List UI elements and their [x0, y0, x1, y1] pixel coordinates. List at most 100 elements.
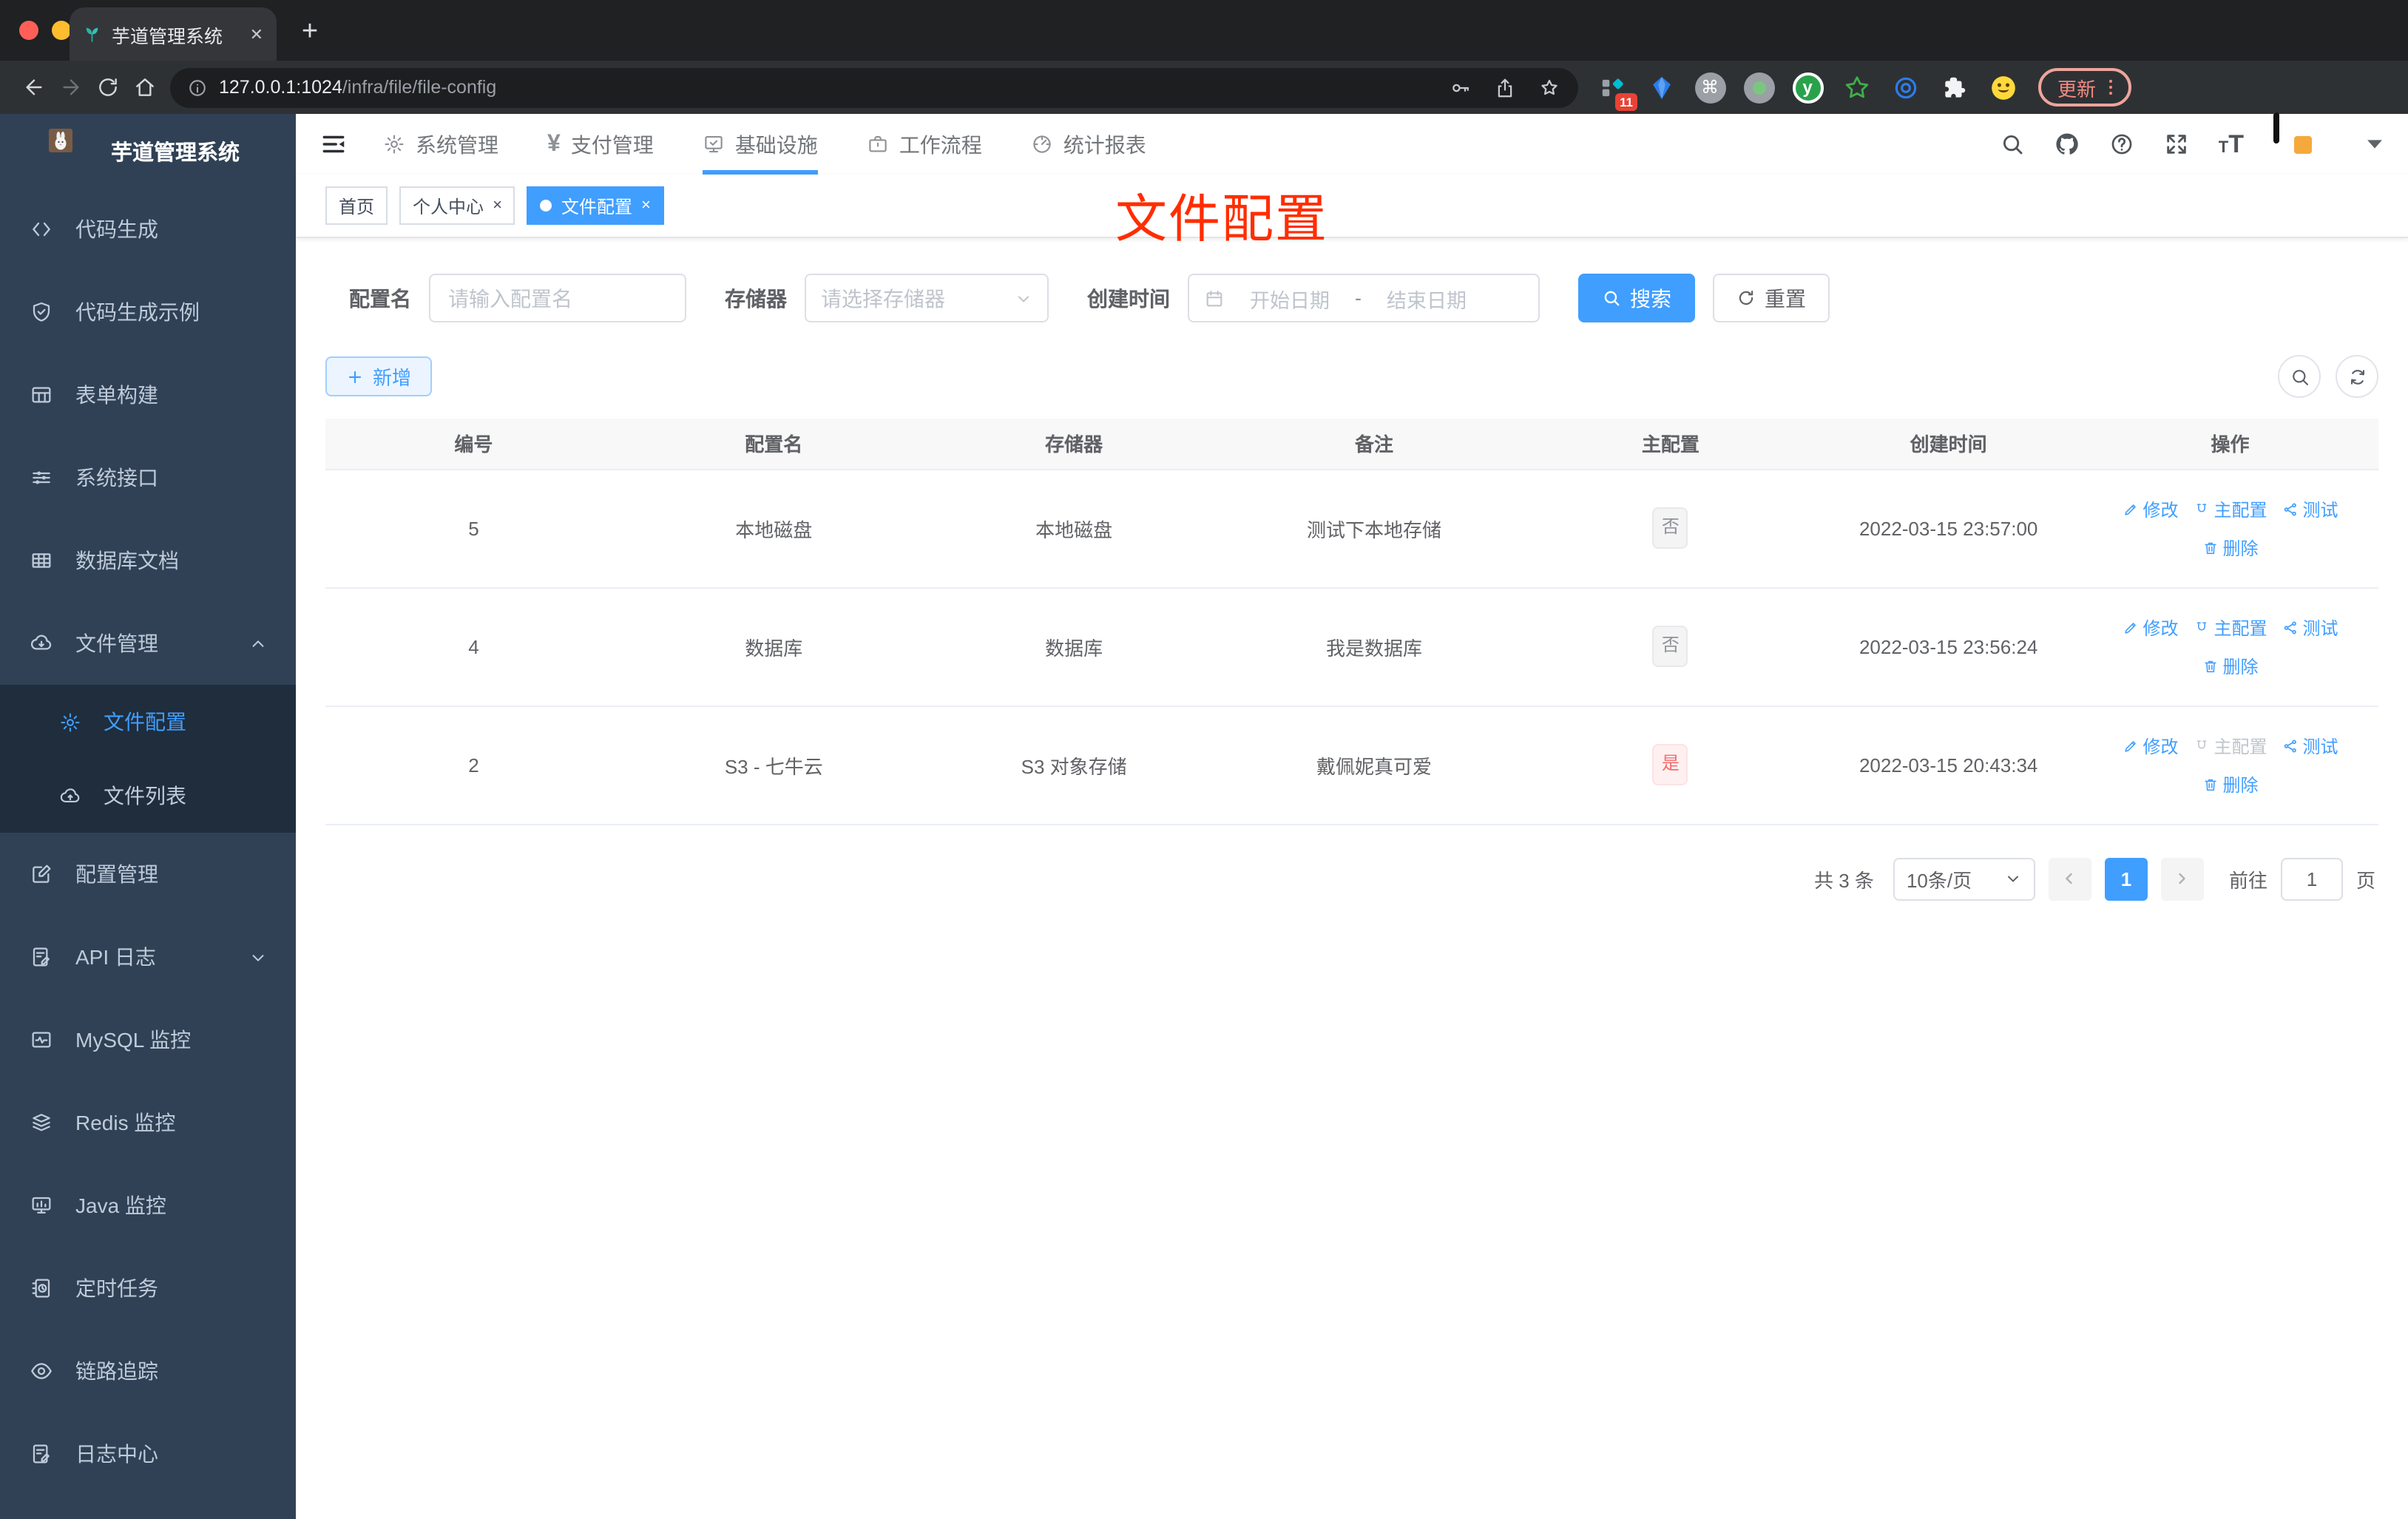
app-logo[interactable]: 芋道管理系统: [0, 114, 296, 188]
window-minimize-button[interactable]: [52, 21, 71, 40]
tag-close-icon[interactable]: ×: [641, 197, 651, 214]
sidebar-item-0[interactable]: 代码生成: [0, 188, 296, 271]
menu-fold-icon[interactable]: [319, 130, 348, 158]
edit-link[interactable]: 修改: [2122, 496, 2179, 521]
sidebar-item-13[interactable]: 日志中心: [0, 1413, 296, 1495]
extension-target-icon[interactable]: [1889, 71, 1921, 104]
extension-star-icon[interactable]: [1840, 71, 1873, 104]
storage-select[interactable]: 请选择存储器: [805, 274, 1049, 322]
new-tab-button[interactable]: +: [291, 13, 328, 50]
extension-yudao-icon[interactable]: y: [1791, 71, 1824, 104]
password-key-icon[interactable]: [1450, 76, 1472, 98]
forward-icon[interactable]: [52, 69, 89, 106]
delete-link[interactable]: 删除: [2202, 653, 2259, 678]
delete-link[interactable]: 删除: [2202, 771, 2259, 796]
extension-pinned-squares-icon[interactable]: 11: [1596, 71, 1637, 111]
sidebar-item-1[interactable]: 代码生成示例: [0, 271, 296, 353]
bookmark-star-icon[interactable]: [1538, 76, 1560, 98]
sidebar-item-7[interactable]: API 日志: [0, 916, 296, 998]
home-icon[interactable]: [126, 69, 163, 106]
tab-close-icon[interactable]: ✕: [250, 24, 263, 44]
sidebar-item-10[interactable]: Java 监控: [0, 1164, 296, 1247]
sidebar-item-6[interactable]: 配置管理: [0, 833, 296, 916]
edit-link[interactable]: 修改: [2122, 615, 2179, 640]
extension-smiley-icon[interactable]: [1986, 71, 2019, 104]
topnav-item-4[interactable]: 统计报表: [1031, 114, 1146, 175]
sidebar-item-11[interactable]: 定时任务: [0, 1247, 296, 1330]
share-icon[interactable]: [1494, 76, 1516, 98]
sidebar-item-5[interactable]: 文件管理: [0, 602, 296, 685]
site-info-icon[interactable]: [188, 78, 207, 97]
table-row: 4 数据库 数据库 我是数据库否 2022-03-15 23:56:24 修改 主配置 测试删…: [325, 587, 2378, 706]
sidebar-item-8[interactable]: MySQL 监控: [0, 998, 296, 1081]
github-icon[interactable]: [2054, 132, 2080, 157]
topnav-item-0[interactable]: 系统管理: [383, 114, 498, 175]
more-vert-icon[interactable]: [2100, 77, 2121, 98]
test-link[interactable]: 测试: [2282, 615, 2338, 640]
sidebar-item-12[interactable]: 链路追踪: [0, 1330, 296, 1413]
search-icon[interactable]: [2000, 132, 2025, 157]
monitor-check-icon: [703, 133, 725, 155]
delete-link[interactable]: 删除: [2202, 535, 2259, 560]
filter-date-group: 创建时间 开始日期 - 结束日期: [1087, 274, 1540, 322]
test-link[interactable]: 测试: [2282, 496, 2338, 521]
fullscreen-icon[interactable]: [2164, 132, 2189, 157]
master-link[interactable]: 主配置: [2194, 615, 2267, 640]
topnav-item-1[interactable]: ¥ 支付管理: [547, 114, 654, 175]
browser-update-button[interactable]: 更新: [2038, 68, 2132, 106]
tag-1[interactable]: 个人中心 ×: [399, 186, 515, 225]
font-size-icon[interactable]: TT: [2219, 132, 2244, 157]
extension-puzzle-icon[interactable]: [1938, 71, 1970, 104]
address-bar[interactable]: 127.0.0.1:1024/infra/file/file-config: [170, 67, 1578, 107]
back-icon[interactable]: [15, 69, 52, 106]
cell-master: 否: [1526, 469, 1816, 588]
sidebar-item-4[interactable]: 数据库文档: [0, 519, 296, 602]
address-bar-actions: [1450, 76, 1560, 98]
page-size-select[interactable]: 10条/页: [1893, 857, 2035, 900]
test-link[interactable]: 测试: [2282, 733, 2338, 758]
prev-page-button[interactable]: [2048, 857, 2091, 900]
tag-2[interactable]: 文件配置 ×: [527, 186, 664, 225]
avatar-caret-down-icon[interactable]: [2362, 132, 2387, 157]
sidebar-item-3[interactable]: 系统接口: [0, 436, 296, 519]
sidebar-item-2[interactable]: 表单构建: [0, 353, 296, 436]
sidebar-subitem-label: 文件配置: [104, 710, 186, 734]
master-link[interactable]: 主配置: [2194, 496, 2267, 521]
storage-label: 存储器: [725, 286, 787, 310]
master-link[interactable]: 主配置: [2194, 733, 2267, 758]
edit-link[interactable]: 修改: [2122, 733, 2179, 758]
add-button[interactable]: 新增: [325, 356, 433, 396]
master-link-label: 主配置: [2213, 499, 2267, 520]
tags-view: 首页 个人中心 × 文件配置 ×: [296, 175, 2408, 238]
goto-page-input[interactable]: [2280, 857, 2343, 900]
avatar[interactable]: [2273, 112, 2333, 174]
extension-gem-icon[interactable]: [1645, 71, 1677, 104]
name-label: 配置名: [349, 286, 411, 310]
search-button[interactable]: 搜索: [1578, 274, 1695, 322]
next-page-button[interactable]: [2160, 857, 2204, 900]
table-search-toggle-button[interactable]: [2278, 355, 2321, 398]
tag-0[interactable]: 首页: [325, 186, 388, 225]
sidebar-subitem-0[interactable]: 文件配置: [0, 685, 296, 759]
help-icon[interactable]: [2109, 132, 2134, 157]
extension-dot-icon[interactable]: [1742, 71, 1775, 104]
tag-close-icon[interactable]: ×: [493, 197, 502, 214]
topnav-item-2[interactable]: 基础设施: [702, 114, 818, 175]
sidebar-subitem-1[interactable]: 文件列表: [0, 759, 296, 833]
sidebar-item-label: Java 监控: [75, 1194, 166, 1217]
window-close-button[interactable]: [19, 21, 38, 40]
sidebar-item-label: API 日志: [75, 945, 156, 969]
name-input[interactable]: [429, 274, 686, 322]
topnav-item-3[interactable]: 工作流程: [867, 114, 982, 175]
extension-command-icon[interactable]: ⌘: [1694, 71, 1726, 104]
browser-tab[interactable]: 芋道管理系统 ✕: [70, 7, 277, 61]
storage-select-placeholder: 请选择存储器: [821, 286, 945, 310]
dashboard-icon: [1031, 133, 1053, 155]
reset-button[interactable]: 重置: [1713, 274, 1830, 322]
table-refresh-button[interactable]: [2336, 355, 2378, 398]
current-page-button[interactable]: 1: [2104, 857, 2148, 900]
reload-icon[interactable]: [89, 69, 126, 106]
date-range-picker[interactable]: 开始日期 - 结束日期: [1188, 274, 1540, 322]
tab-title: 芋道管理系统: [112, 26, 223, 47]
sidebar-item-9[interactable]: Redis 监控: [0, 1081, 296, 1164]
